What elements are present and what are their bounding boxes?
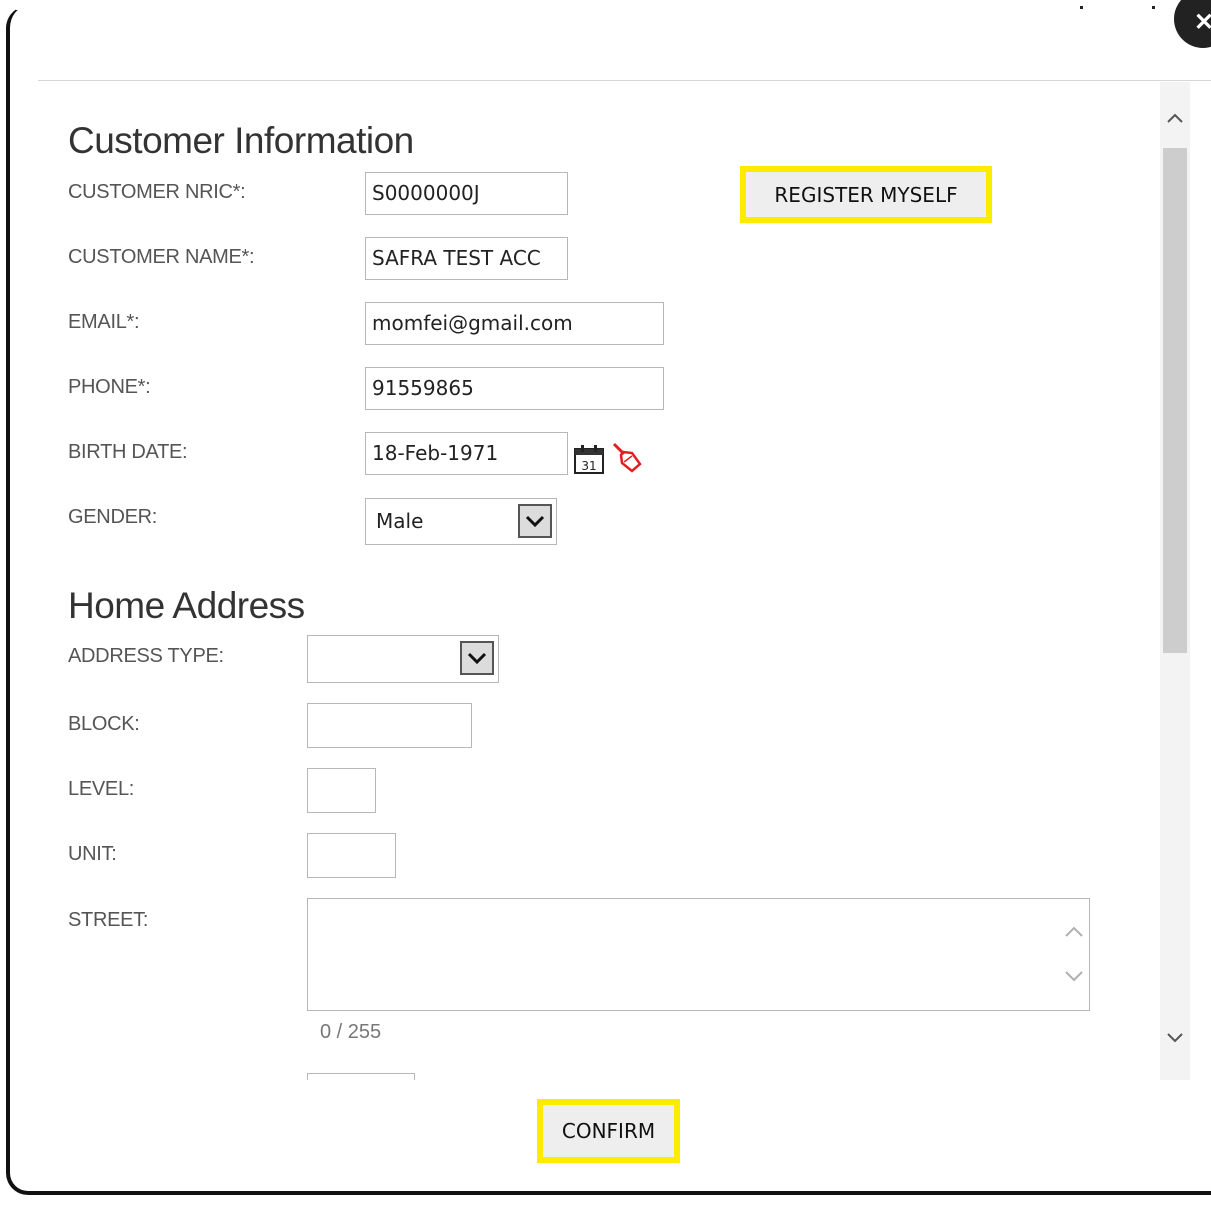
address-type-label: ADDRESS TYPE: xyxy=(68,645,224,667)
scroll-up-icon[interactable] xyxy=(1163,108,1187,136)
phone-label: PHONE*: xyxy=(68,376,151,398)
gender-select[interactable]: Male xyxy=(365,498,557,545)
chevron-down-icon[interactable] xyxy=(518,504,552,538)
gender-value: Male xyxy=(376,509,424,533)
customer-name-label: CUSTOMER NAME*: xyxy=(68,246,255,268)
top-mark xyxy=(1080,6,1083,9)
nric-input[interactable]: S0000000J xyxy=(365,172,568,215)
register-myself-button[interactable]: REGISTER MYSELF xyxy=(746,172,986,217)
scroll-down-icon[interactable] xyxy=(1163,1028,1187,1056)
confirm-button[interactable]: CONFIRM xyxy=(543,1105,674,1157)
home-address-heading: Home Address xyxy=(68,585,305,626)
dialog-top xyxy=(16,0,1211,10)
unit-input[interactable] xyxy=(307,833,396,878)
close-icon: ✕ xyxy=(1194,9,1211,36)
partial-input[interactable] xyxy=(307,1073,415,1080)
birth-date-input[interactable]: 18-Feb-1971 xyxy=(365,432,568,475)
street-textarea[interactable] xyxy=(307,898,1090,1011)
birth-date-label: BIRTH DATE: xyxy=(68,441,188,463)
clear-date-icon[interactable] xyxy=(610,440,644,479)
calendar-icon[interactable]: 31 xyxy=(573,443,605,480)
top-mark xyxy=(1152,6,1155,9)
gender-label: GENDER: xyxy=(68,506,158,528)
phone-field[interactable]: 91559865 xyxy=(365,367,664,410)
header-divider xyxy=(38,80,1211,81)
confirm-highlight: CONFIRM xyxy=(537,1099,680,1163)
email-label: EMAIL*: xyxy=(68,311,140,333)
level-input[interactable] xyxy=(307,768,376,813)
email-field[interactable]: momfei@gmail.com xyxy=(365,302,664,345)
customer-information-heading: Customer Information xyxy=(68,120,414,161)
chevron-down-icon[interactable] xyxy=(460,641,494,675)
address-type-select[interactable] xyxy=(307,635,499,683)
textarea-scroll-down-icon[interactable] xyxy=(1063,963,1085,991)
customer-name-input[interactable]: SAFRA TEST ACC xyxy=(365,237,568,280)
unit-label: UNIT: xyxy=(68,843,117,865)
block-label: BLOCK: xyxy=(68,713,140,735)
scrollbar-thumb[interactable] xyxy=(1163,148,1187,653)
street-label: STREET: xyxy=(68,909,149,931)
block-input[interactable] xyxy=(307,703,472,748)
level-label: LEVEL: xyxy=(68,778,135,800)
nric-label: CUSTOMER NRIC*: xyxy=(68,181,246,203)
register-myself-highlight: REGISTER MYSELF xyxy=(740,166,992,223)
street-char-counter: 0 / 255 xyxy=(320,1021,382,1043)
textarea-scroll-up-icon[interactable] xyxy=(1063,919,1085,947)
calendar-day: 31 xyxy=(581,459,596,473)
